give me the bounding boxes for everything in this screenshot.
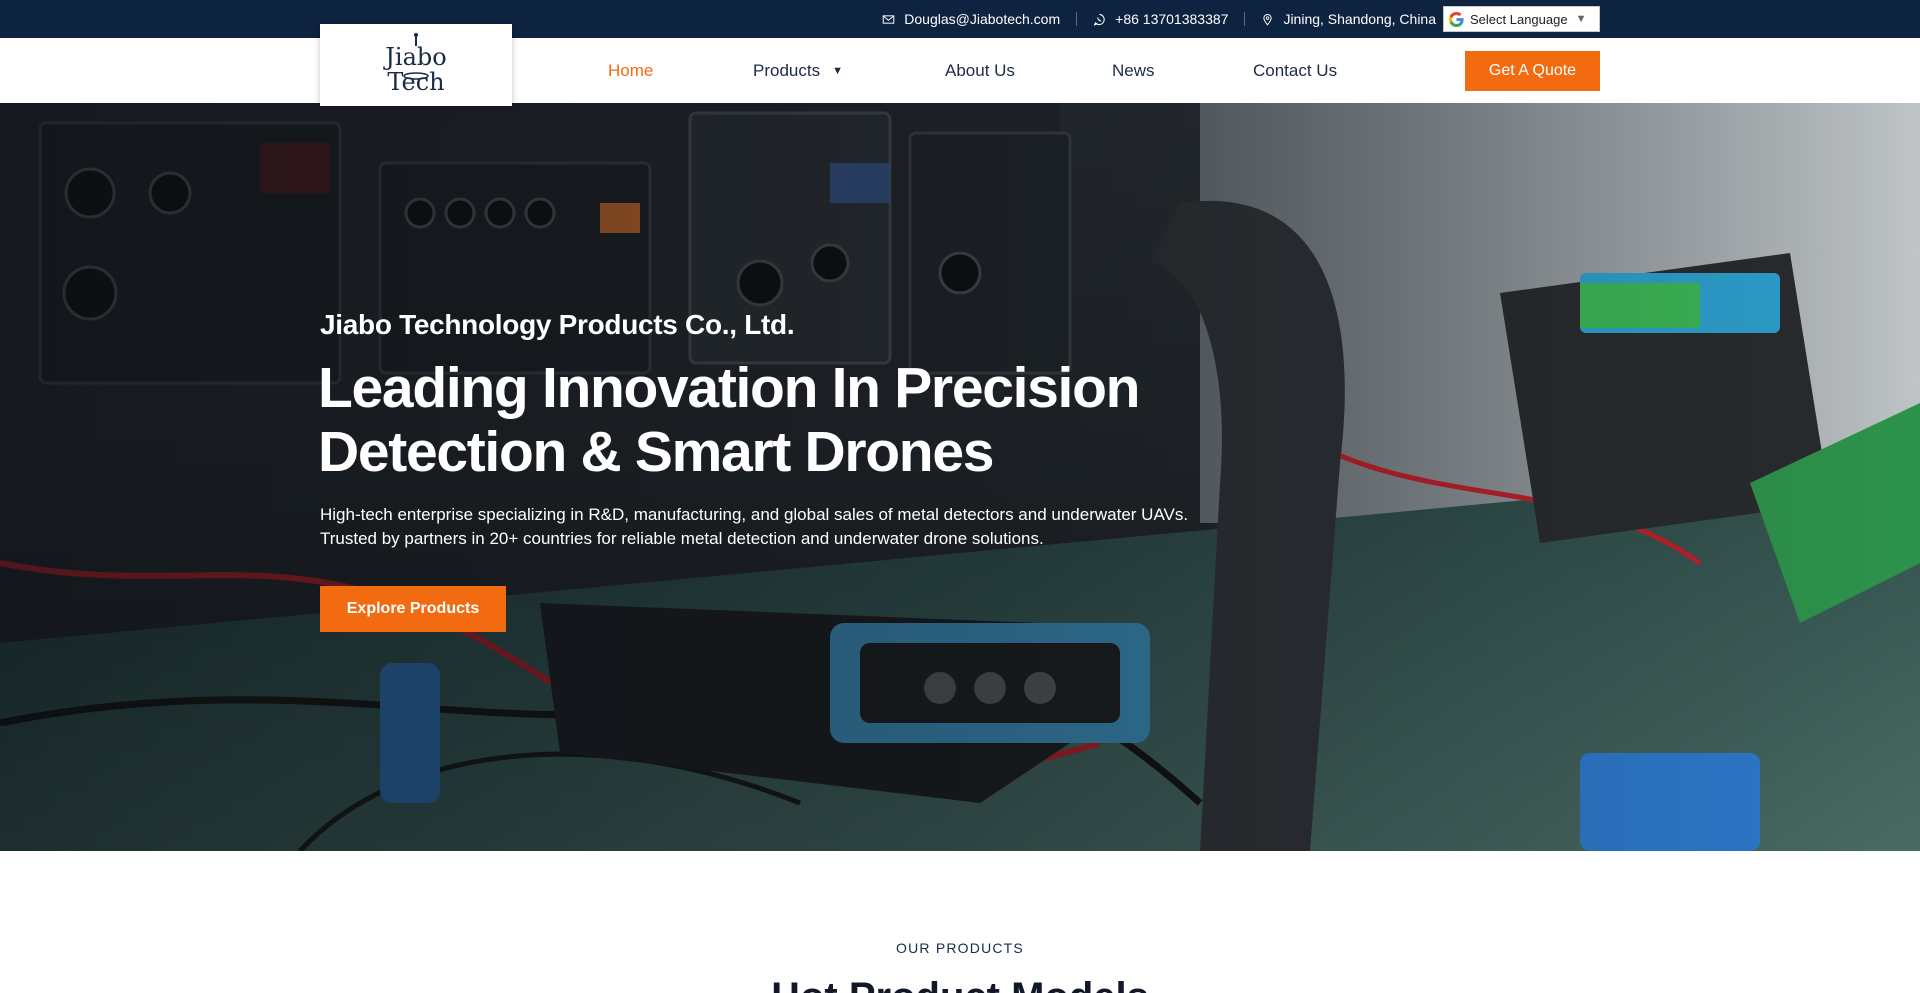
nav-about-us[interactable]: About Us (945, 38, 1015, 103)
contact-info: Douglas@Jiabotech.com +86 13701383387 Ji… (882, 0, 1436, 38)
hero-company-name: Jiabo Technology Products Co., Ltd. (320, 309, 795, 340)
explore-products-button[interactable]: Explore Products (320, 586, 506, 632)
nav-news[interactable]: News (1112, 38, 1155, 103)
logo-line2: Tech (387, 68, 444, 96)
mail-icon (883, 14, 895, 24)
chevron-down-icon[interactable]: ▼ (832, 65, 843, 77)
language-label: Select Language (1470, 11, 1568, 27)
logo-icon: Jiabo Tech (382, 33, 447, 96)
logo[interactable]: Jiabo Tech (320, 24, 512, 106)
top-bar: Douglas@Jiabotech.com +86 13701383387 Ji… (0, 0, 1920, 38)
section-eyebrow: OUR PRODUCTS (896, 940, 1024, 956)
phone-item[interactable]: +86 13701383387 (1093, 11, 1228, 27)
get-a-quote-button[interactable]: Get A Quote (1465, 51, 1600, 91)
location-text: Jining, Shandong, China (1283, 11, 1436, 27)
caret-down-icon: ▼ (1575, 13, 1587, 25)
logo-line1: Jiabo (382, 43, 446, 71)
location-pin-icon (1263, 13, 1273, 26)
hero-section: Jiabo Technology Products Co., Ltd. Lead… (0, 103, 1920, 851)
section-heading: Hot Product Models (0, 975, 1920, 993)
nav-contact-us[interactable]: Contact Us (1253, 38, 1337, 103)
hero-title: Leading Innovation In Precision Detectio… (318, 356, 1140, 484)
location-item: Jining, Shandong, China (1261, 11, 1436, 27)
email-text[interactable]: Douglas@Jiabotech.com (904, 11, 1060, 27)
whatsapp-icon (1093, 13, 1105, 26)
divider (1076, 12, 1078, 26)
email-item[interactable]: Douglas@Jiabotech.com (882, 11, 1060, 27)
google-icon (1448, 11, 1464, 27)
divider (1244, 12, 1246, 26)
nav-products[interactable]: Products ▼ (753, 38, 843, 103)
nav-home[interactable]: Home (608, 38, 653, 103)
phone-text[interactable]: +86 13701383387 (1115, 11, 1228, 27)
nav-products-label: Products (753, 60, 821, 80)
language-select[interactable]: Select Language ▼ (1443, 6, 1600, 32)
hero-description: High-tech enterprise specializing in R&D… (320, 505, 1189, 548)
